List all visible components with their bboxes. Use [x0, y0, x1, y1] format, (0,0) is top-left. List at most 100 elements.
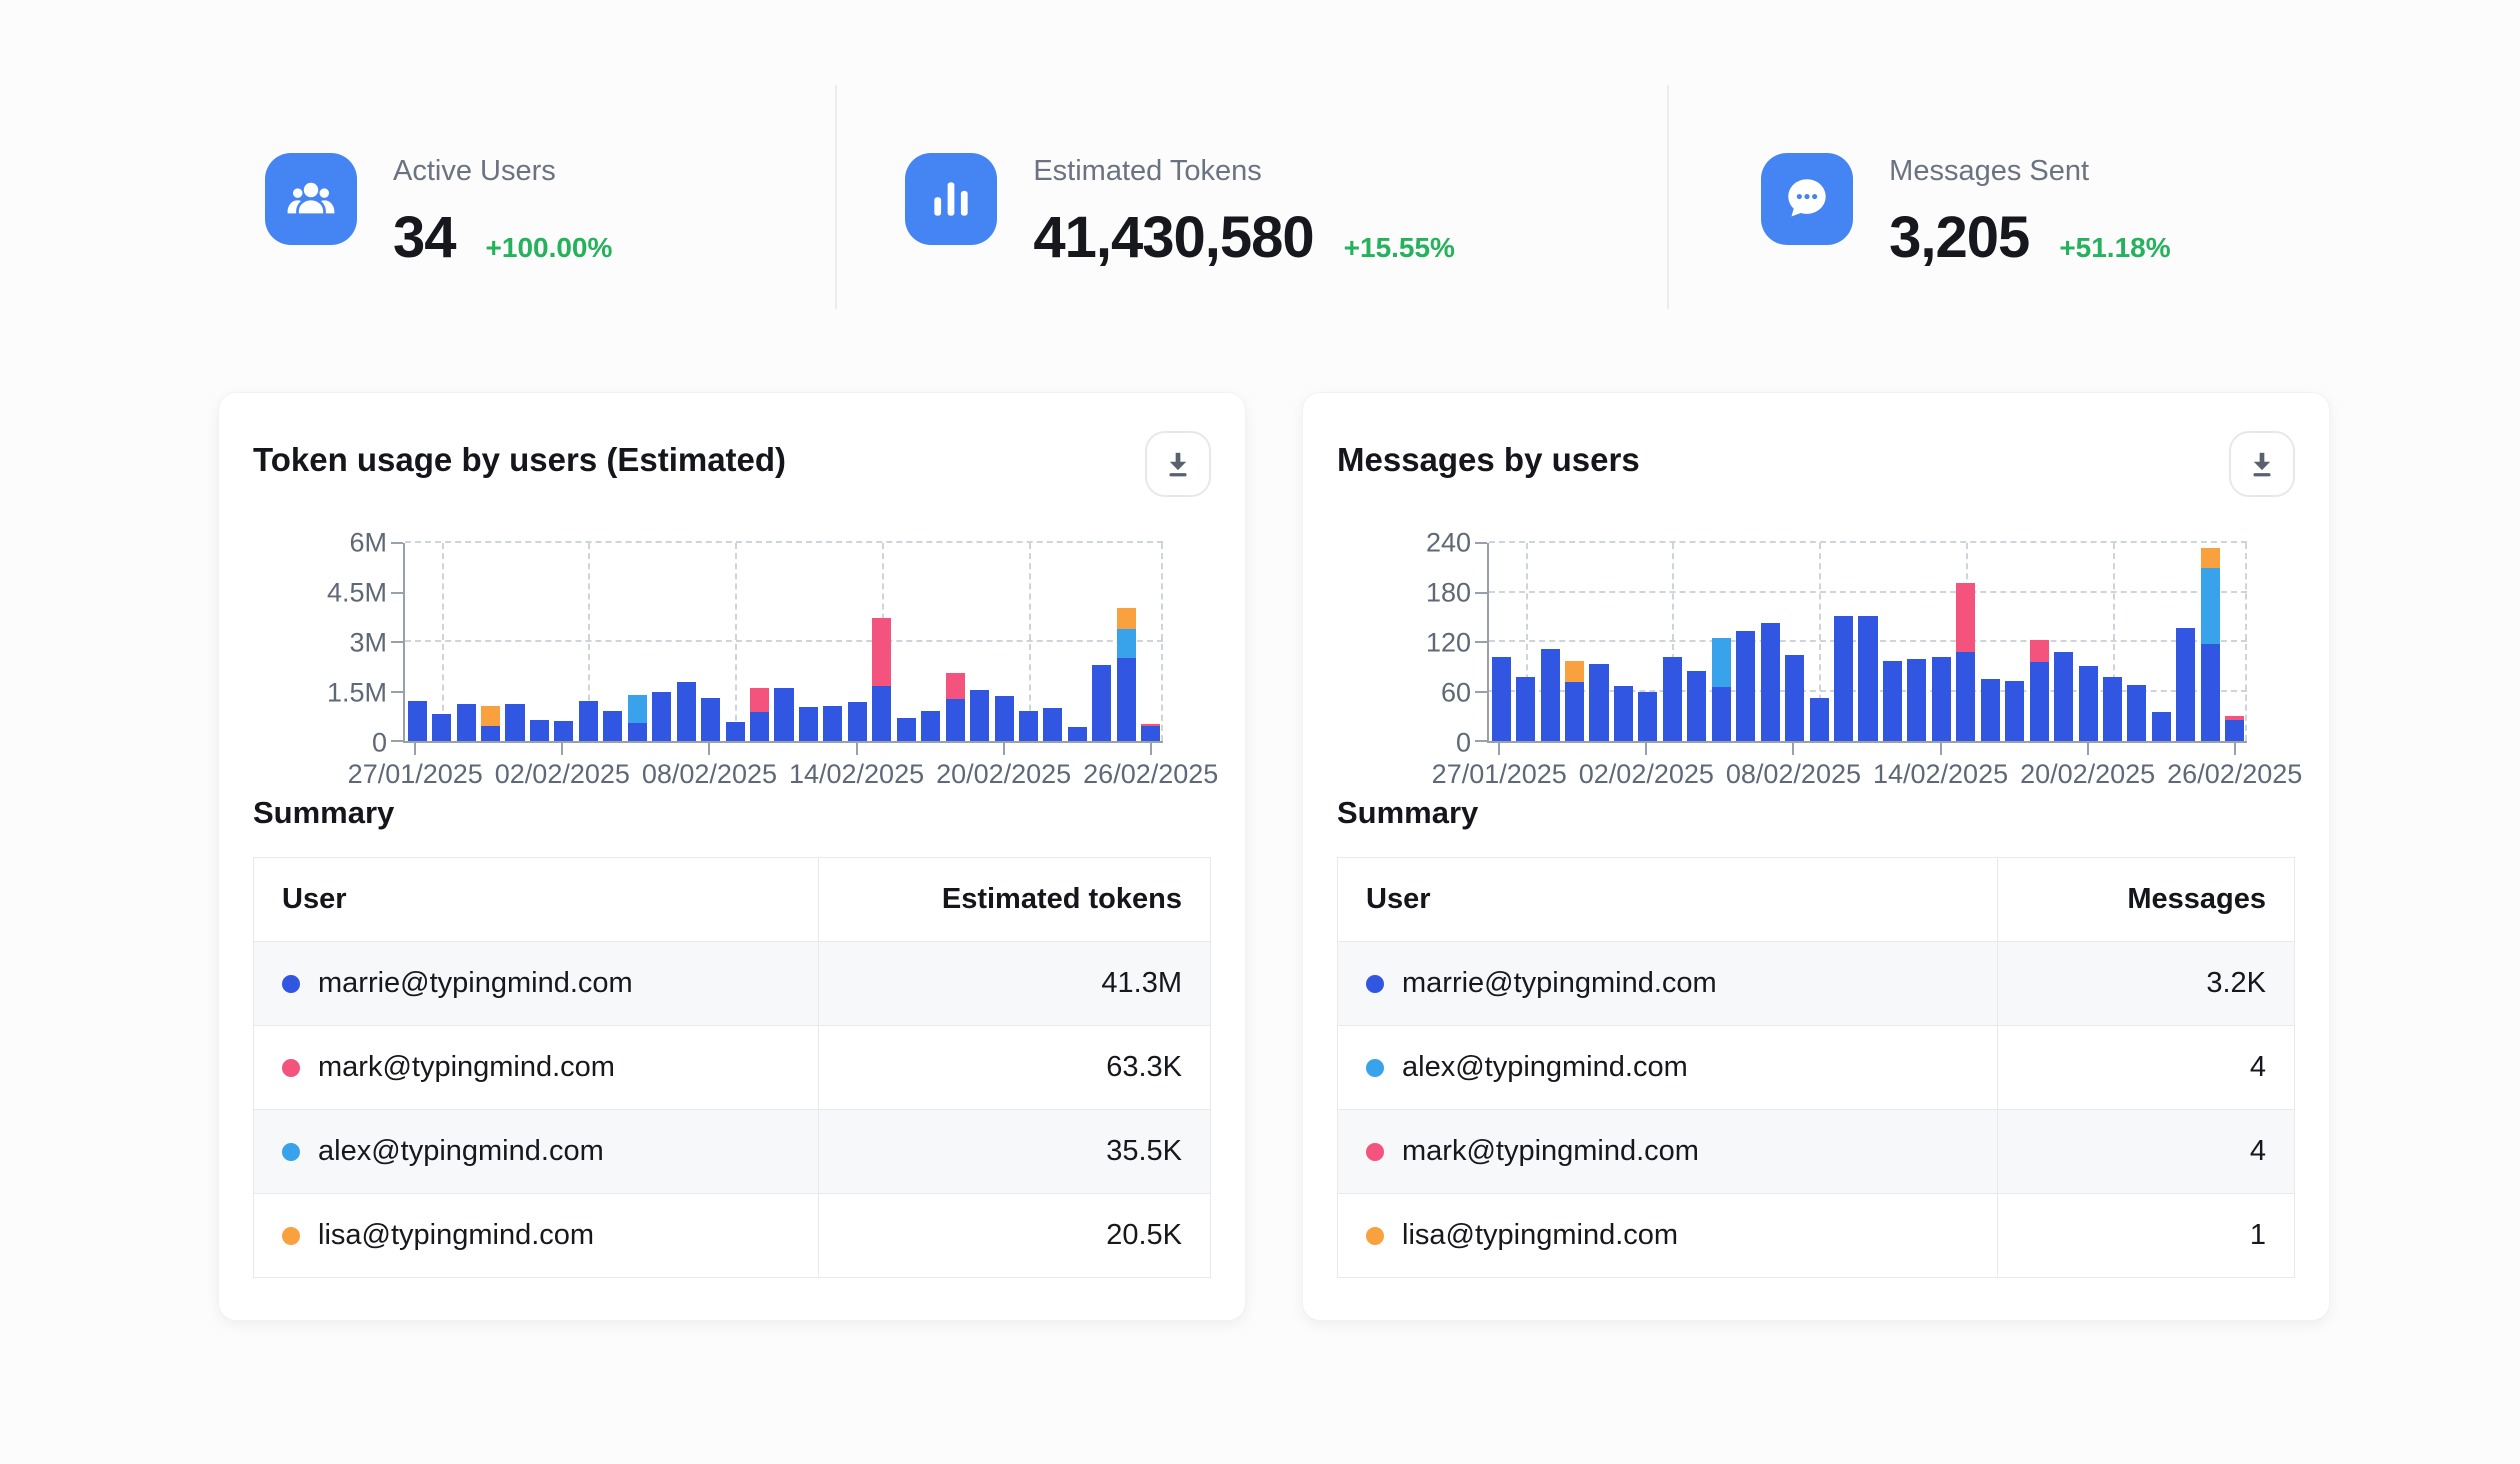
bar-segment-marrie: [1858, 616, 1877, 741]
bar-segment-marrie: [921, 711, 940, 741]
bar-day-3[interactable]: [1541, 543, 1560, 741]
chart: 060120180240 27/01/202502/02/202508/02/2…: [1487, 543, 2247, 743]
bar-day-15[interactable]: [750, 543, 769, 741]
stat-card-estimated-tokens: Estimated Tokens 41,430,580 +15.55%: [835, 85, 1667, 309]
bar-day-16[interactable]: [774, 543, 793, 741]
bar-day-10[interactable]: [628, 543, 647, 741]
bar-day-17[interactable]: [1883, 543, 1902, 741]
bar-day-24[interactable]: [970, 543, 989, 741]
bar-day-27[interactable]: [2127, 543, 2146, 741]
x-axis-tick-label: 27/01/2025: [348, 759, 483, 790]
y-axis-tick: [1475, 691, 1487, 693]
download-button[interactable]: [1145, 431, 1211, 497]
bar-chart-icon: [905, 153, 997, 245]
user-cell: marrie@typingmind.com: [1338, 942, 1998, 1026]
bar-day-30[interactable]: [2201, 543, 2220, 741]
bar-day-9[interactable]: [603, 543, 622, 741]
bar-day-2[interactable]: [1516, 543, 1535, 741]
bar-day-25[interactable]: [995, 543, 1014, 741]
x-axis-tick-label: 08/02/2025: [1726, 759, 1861, 790]
bar-day-20[interactable]: [872, 543, 891, 741]
bar-segment-marrie: [554, 721, 573, 741]
bar-day-21[interactable]: [1981, 543, 2000, 741]
bar-segment-marrie: [872, 686, 891, 741]
bar-segment-marrie: [799, 707, 818, 741]
bar-day-23[interactable]: [2030, 543, 2049, 741]
bar-day-4[interactable]: [481, 543, 500, 741]
bar-day-29[interactable]: [2176, 543, 2195, 741]
y-axis-tick: [391, 691, 403, 693]
bar-day-11[interactable]: [1736, 543, 1755, 741]
bar-segment-marrie: [1516, 677, 1535, 741]
bar-day-7[interactable]: [1638, 543, 1657, 741]
bar-segment-mark: [750, 688, 769, 712]
bar-day-8[interactable]: [1663, 543, 1682, 741]
chart-title: Token usage by users (Estimated): [253, 441, 786, 479]
stat-card-active-users: Active Users 34 +100.00%: [218, 85, 835, 309]
user-cell: lisa@typingmind.com: [1338, 1194, 1998, 1278]
bar-day-14[interactable]: [1810, 543, 1829, 741]
bar-day-25[interactable]: [2079, 543, 2098, 741]
bar-day-5[interactable]: [505, 543, 524, 741]
bar-day-14[interactable]: [726, 543, 745, 741]
bar-day-19[interactable]: [1932, 543, 1951, 741]
bar-day-27[interactable]: [1043, 543, 1062, 741]
user-color-dot: [282, 1059, 300, 1077]
bar-day-7[interactable]: [554, 543, 573, 741]
bar-segment-marrie: [432, 714, 451, 741]
bar-segment-marrie: [1810, 698, 1829, 741]
bar-day-6[interactable]: [1614, 543, 1633, 741]
bar-day-13[interactable]: [1785, 543, 1804, 741]
bar-day-26[interactable]: [1019, 543, 1038, 741]
bar-day-24[interactable]: [2054, 543, 2073, 741]
x-axis-labels: 27/01/202502/02/202508/02/202514/02/2025…: [403, 743, 1163, 793]
bar-day-22[interactable]: [2005, 543, 2024, 741]
bar-day-19[interactable]: [848, 543, 867, 741]
bar-segment-alex: [1712, 638, 1731, 687]
x-axis-tick-label: 14/02/2025: [789, 759, 924, 790]
download-button[interactable]: [2229, 431, 2295, 497]
bar-day-4[interactable]: [1565, 543, 1584, 741]
stat-value: 41,430,580: [1033, 204, 1313, 271]
y-axis-tick-label: 60: [1441, 678, 1471, 709]
bar-day-31[interactable]: [1141, 543, 1160, 741]
bar-day-10[interactable]: [1712, 543, 1731, 741]
user-email: marrie@typingmind.com: [318, 967, 633, 999]
bar-day-11[interactable]: [652, 543, 671, 741]
bar-day-15[interactable]: [1834, 543, 1853, 741]
bar-day-5[interactable]: [1589, 543, 1608, 741]
bar-day-12[interactable]: [677, 543, 696, 741]
bar-segment-marrie: [1492, 657, 1511, 741]
bar-day-17[interactable]: [799, 543, 818, 741]
bar-day-9[interactable]: [1687, 543, 1706, 741]
bar-day-22[interactable]: [921, 543, 940, 741]
stat-body: Estimated Tokens 41,430,580 +15.55%: [1033, 153, 1455, 271]
bar-day-18[interactable]: [823, 543, 842, 741]
bar-day-1[interactable]: [408, 543, 427, 741]
y-axis-tick: [391, 542, 403, 544]
bar-day-23[interactable]: [946, 543, 965, 741]
bar-day-26[interactable]: [2103, 543, 2122, 741]
bar-day-18[interactable]: [1907, 543, 1926, 741]
bar-segment-lisa: [1565, 661, 1584, 682]
table-row: alex@typingmind.com35.5K: [254, 1110, 1211, 1194]
users-group-icon: [265, 153, 357, 245]
bar-day-21[interactable]: [897, 543, 916, 741]
bar-day-13[interactable]: [701, 543, 720, 741]
bar-day-29[interactable]: [1092, 543, 1111, 741]
bar-segment-marrie: [1043, 708, 1062, 741]
bar-day-1[interactable]: [1492, 543, 1511, 741]
bar-day-31[interactable]: [2225, 543, 2244, 741]
bar-segment-marrie: [1614, 686, 1633, 741]
bar-day-28[interactable]: [2152, 543, 2171, 741]
bar-day-8[interactable]: [579, 543, 598, 741]
bar-day-6[interactable]: [530, 543, 549, 741]
bar-day-20[interactable]: [1956, 543, 1975, 741]
bar-day-12[interactable]: [1761, 543, 1780, 741]
y-axis-tick-label: 120: [1426, 628, 1471, 659]
bar-day-3[interactable]: [457, 543, 476, 741]
bar-day-30[interactable]: [1117, 543, 1136, 741]
bar-day-28[interactable]: [1068, 543, 1087, 741]
bar-day-2[interactable]: [432, 543, 451, 741]
bar-day-16[interactable]: [1858, 543, 1877, 741]
